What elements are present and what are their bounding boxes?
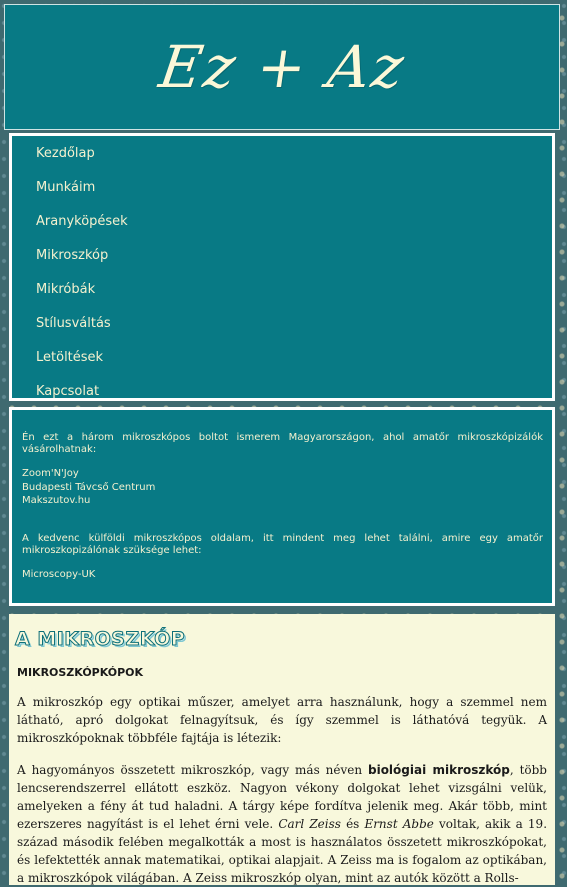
shop-link-budapesti-tavcso[interactable]: Budapesti Távcső Centrum bbox=[22, 481, 543, 495]
main-content: A MIKROSZKÓP MIKROSZKÓPKÓPOK A mikroszkó… bbox=[9, 614, 555, 885]
favorite-link-microscopy-uk[interactable]: Microscopy-UK bbox=[22, 568, 543, 582]
name-carl-zeiss: Carl Zeiss bbox=[278, 817, 341, 831]
nav-item-aranykopesek[interactable]: Aranyköpések bbox=[12, 208, 552, 242]
favorite-links: Microscopy-UK bbox=[22, 568, 543, 582]
shops-sidebar: Én ezt a három mikroszkópos boltot ismer… bbox=[9, 407, 555, 606]
para2-text-c: és bbox=[340, 817, 365, 831]
shops-intro-text: Én ezt a három mikroszkópos boltot ismer… bbox=[22, 432, 543, 455]
page-frame: Ez + Az Kezdőlap Munkáim Aranyköpések Mi… bbox=[0, 0, 567, 885]
nav-item-stilusvaltas[interactable]: Stílusváltás bbox=[12, 310, 552, 344]
main-navigation: Kezdőlap Munkáim Aranyköpések Mikroszkóp… bbox=[9, 133, 555, 401]
favorite-intro-text: A kedvenc külföldi mikroszkópos oldalam,… bbox=[22, 532, 543, 556]
shop-link-zoomnjoy[interactable]: Zoom'N'Joy bbox=[22, 467, 543, 481]
nav-item-letoltesek[interactable]: Letöltések bbox=[12, 344, 552, 378]
nav-item-mikroszkop[interactable]: Mikroszkóp bbox=[12, 242, 552, 276]
shop-links: Zoom'N'Joy Budapesti Távcső Centrum Maks… bbox=[22, 467, 543, 508]
section-title: MIKROSZKÓPKÓPOK bbox=[17, 666, 144, 679]
site-logo[interactable]: Ez + Az bbox=[155, 33, 409, 101]
nav-item-mikrobak[interactable]: Mikróbák bbox=[12, 276, 552, 310]
biological-microscope-term: biológiai mikroszkóp bbox=[367, 763, 510, 777]
para2-text-a: A hagyományos összetett mikroszkóp, vagy… bbox=[17, 763, 368, 777]
nav-item-kezdolap[interactable]: Kezdőlap bbox=[12, 140, 552, 174]
nav-item-munkaim[interactable]: Munkáim bbox=[12, 174, 552, 208]
intro-paragraph: A mikroszkóp egy optikai műszer, amelyet… bbox=[17, 695, 547, 745]
name-ernst-abbe: Ernst Abbe bbox=[364, 817, 434, 831]
site-header: Ez + Az bbox=[4, 4, 560, 130]
compound-microscope-paragraph: A hagyományos összetett mikroszkóp, vagy… bbox=[17, 761, 547, 887]
page-title: A MIKROSZKÓP bbox=[15, 628, 186, 651]
shop-link-makszutov[interactable]: Makszutov.hu bbox=[22, 494, 543, 508]
